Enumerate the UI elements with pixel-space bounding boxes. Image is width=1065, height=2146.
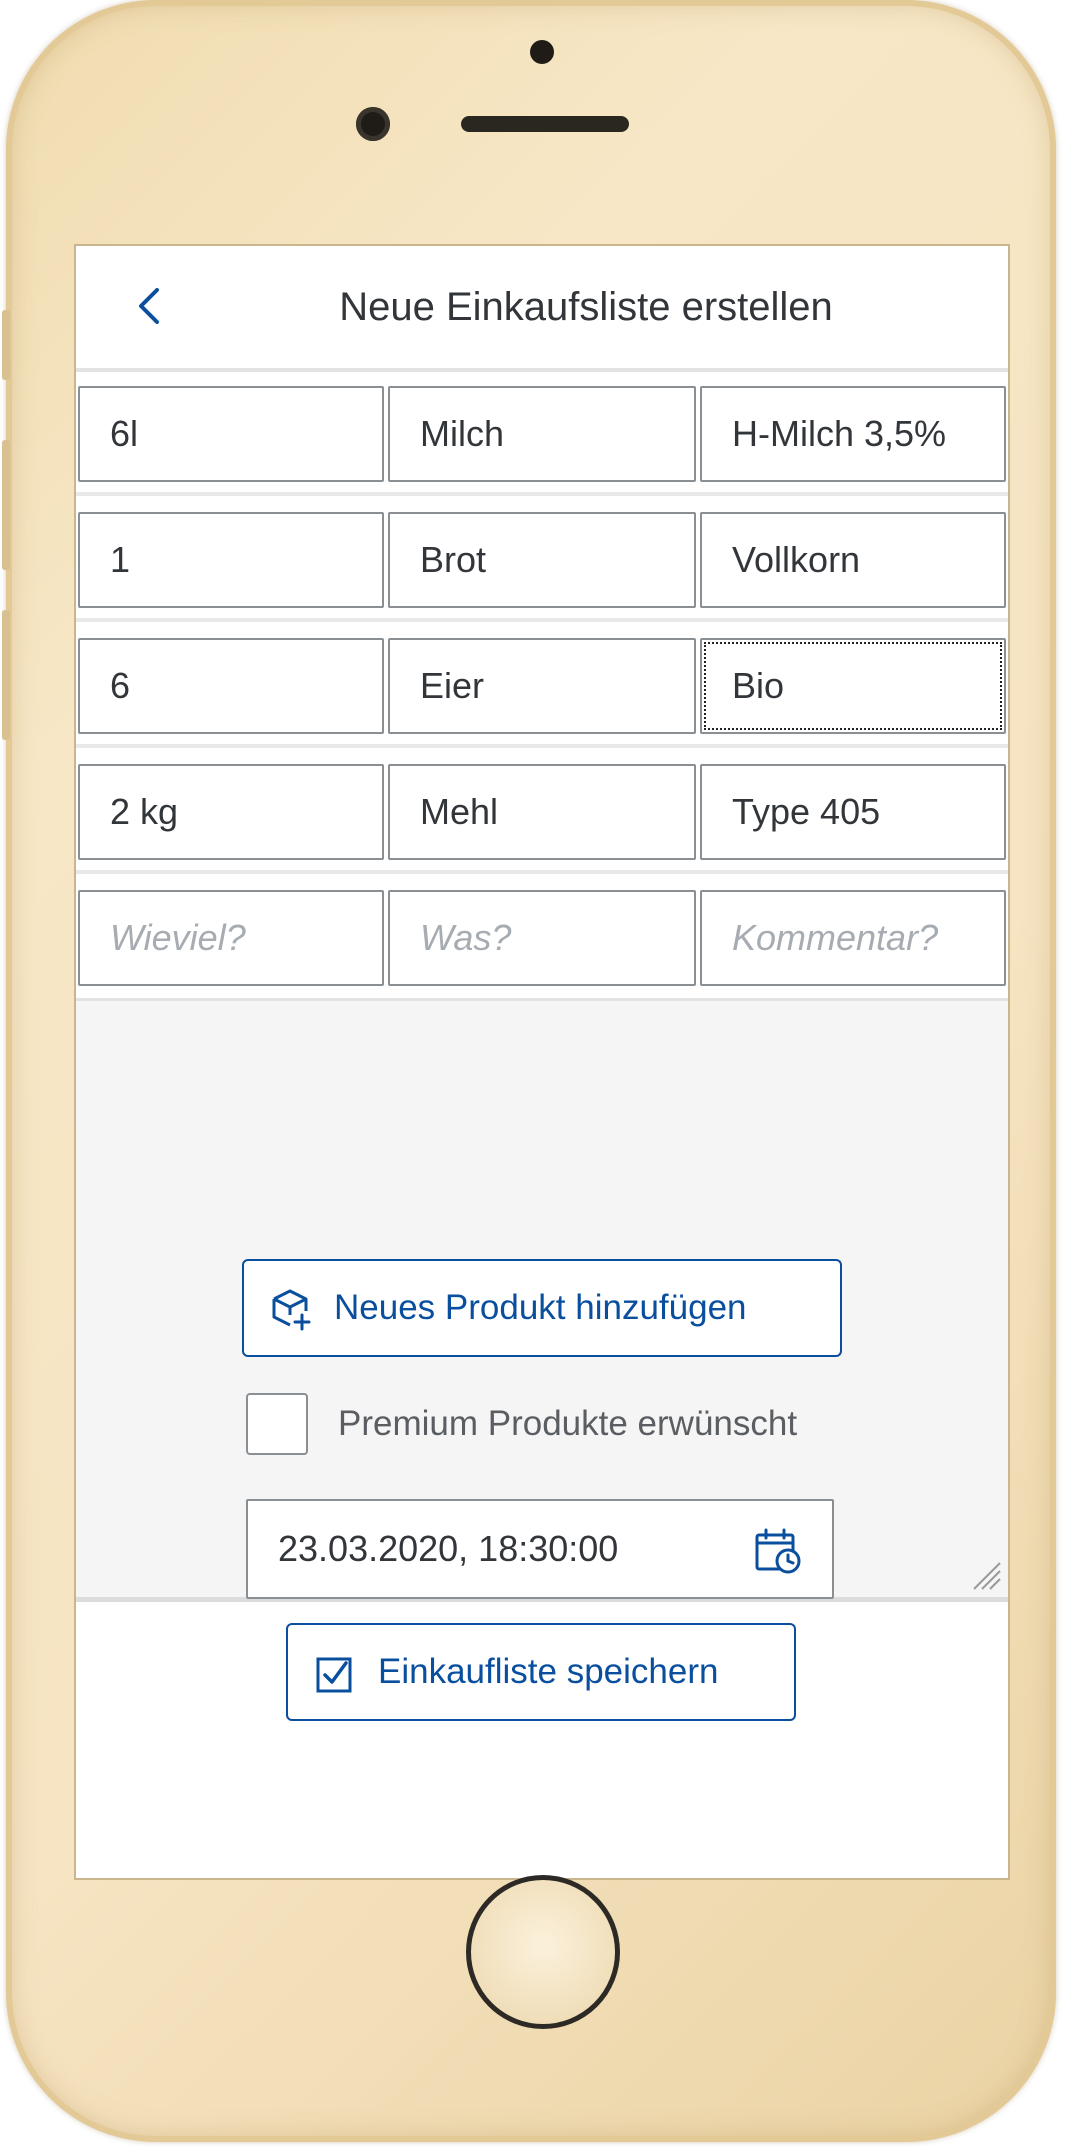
- page-title: Neue Einkaufsliste erstellen: [339, 285, 833, 329]
- amount-field[interactable]: 2 kg: [78, 764, 384, 860]
- item-input[interactable]: Was?: [388, 890, 696, 986]
- phone-volume-up: [2, 440, 10, 570]
- row-divider: [76, 870, 1008, 874]
- add-product-button[interactable]: Neues Produkt hinzufügen: [242, 1259, 842, 1357]
- chevron-left-icon[interactable]: [131, 286, 171, 326]
- item-field[interactable]: Milch: [388, 386, 696, 482]
- phone-side-button: [2, 310, 10, 380]
- item-field[interactable]: Brot: [388, 512, 696, 608]
- new-entry-row: Wieviel? Was? Kommentar?: [76, 890, 1008, 988]
- list-row: 6 Eier Bio: [76, 638, 1008, 736]
- comment-field[interactable]: Vollkorn: [700, 512, 1006, 608]
- datetime-value: 23.03.2020, 18:30:00: [278, 1528, 619, 1569]
- premium-checkbox[interactable]: [246, 1393, 308, 1455]
- row-divider: [76, 492, 1008, 496]
- list-row: 6l Milch H-Milch 3,5%: [76, 386, 1008, 484]
- form-footer: Neues Produkt hinzufügen Premium Produkt…: [76, 998, 1008, 1721]
- comment-field[interactable]: H-Milch 3,5%: [700, 386, 1006, 482]
- item-field[interactable]: Eier: [388, 638, 696, 734]
- amount-input[interactable]: Wieviel?: [78, 890, 384, 986]
- amount-field[interactable]: 6l: [78, 386, 384, 482]
- item-field[interactable]: Mehl: [388, 764, 696, 860]
- phone-frame: Neue Einkaufsliste erstellen 6l Milch H-…: [2, 0, 1056, 2142]
- comment-field[interactable]: Bio: [700, 638, 1006, 734]
- calendar-clock-icon[interactable]: [754, 1527, 802, 1575]
- earpiece-speaker: [461, 116, 629, 132]
- add-product-label: Neues Produkt hinzufügen: [334, 1288, 747, 1327]
- front-camera: [356, 107, 390, 141]
- phone-volume-down: [2, 610, 10, 740]
- checkbox-checked-icon: [316, 1657, 352, 1693]
- amount-field[interactable]: 6: [78, 638, 384, 734]
- page-header: Neue Einkaufsliste erstellen: [76, 246, 1008, 372]
- proximity-sensor: [530, 40, 554, 64]
- comment-field[interactable]: Type 405: [700, 764, 1006, 860]
- resize-grip-icon[interactable]: [968, 1557, 1002, 1591]
- premium-label: Premium Produkte erwünscht: [338, 1404, 798, 1443]
- list-row: 2 kg Mehl Type 405: [76, 764, 1008, 862]
- home-button[interactable]: [466, 1875, 620, 2029]
- list-row: 1 Brot Vollkorn: [76, 512, 1008, 610]
- save-list-label: Einkaufliste speichern: [378, 1652, 719, 1691]
- comment-input[interactable]: Kommentar?: [700, 890, 1006, 986]
- add-product-icon: [272, 1289, 311, 1331]
- save-list-button[interactable]: Einkaufliste speichern: [286, 1623, 796, 1721]
- row-divider: [76, 744, 1008, 748]
- amount-field[interactable]: 1: [78, 512, 384, 608]
- app-screen: Neue Einkaufsliste erstellen 6l Milch H-…: [74, 244, 1010, 1880]
- datetime-picker[interactable]: 23.03.2020, 18:30:00: [246, 1499, 834, 1599]
- row-divider: [76, 618, 1008, 622]
